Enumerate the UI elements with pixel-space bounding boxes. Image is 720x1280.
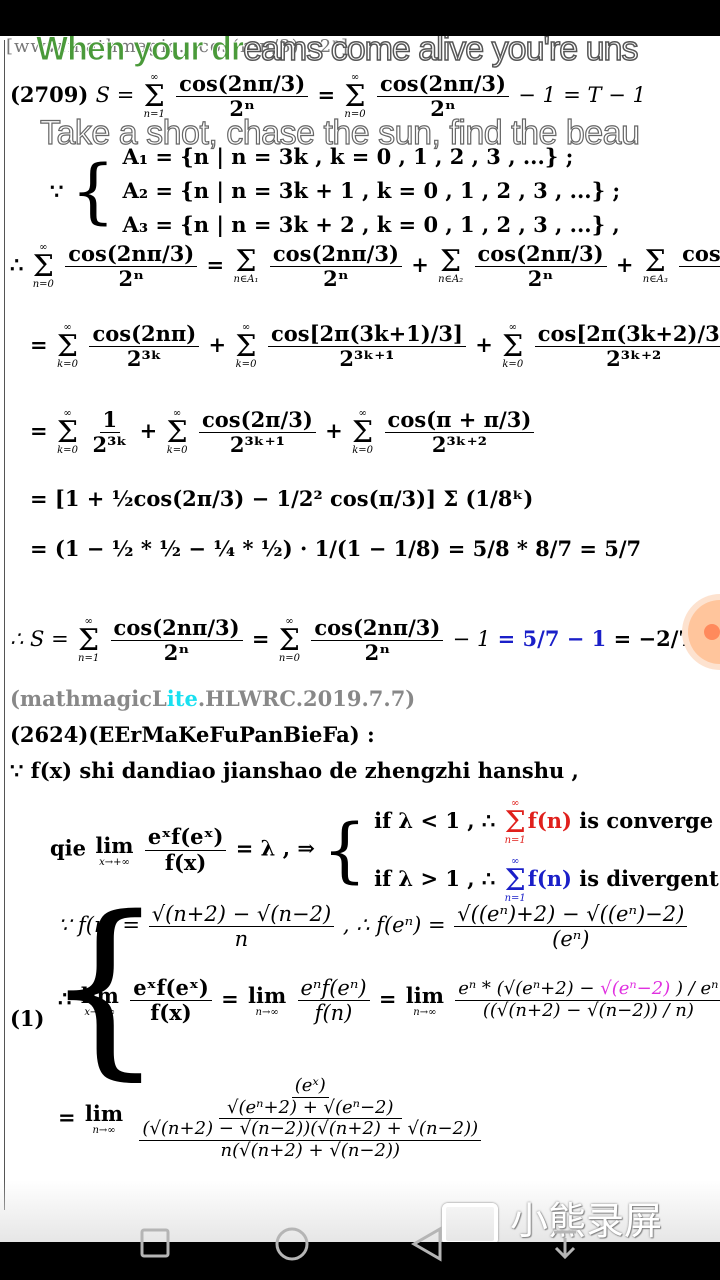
lyric-caption-line-1: When your dreams come alive you're uns (35, 36, 639, 69)
left-brace: { (322, 809, 367, 891)
eq-rhs: = T − 1 (563, 83, 646, 108)
fn-lhs: ∵ f(n) = (58, 913, 140, 938)
lim-symbol: lim x→+∞ (95, 832, 134, 868)
eq-k-sum-2: = ∞ Σk=0 1 2³ᵏ + ∞ Σk=0 cos(2π/3) 2³ᵏ⁺¹ + ∞ Σ… (30, 407, 536, 458)
fraction: cos(2nπ/3)2ⁿ (269, 241, 402, 291)
circle-icon[interactable] (274, 1226, 310, 1262)
sum-symbol: ∞ Σn=1 (504, 798, 526, 846)
sum-symbol: ∞ Σk=0 (56, 322, 79, 371)
problem-label: (2709) (10, 82, 89, 108)
sum-symbol: Σn∈A₂ (438, 244, 464, 286)
lim-symbol: lim n→∞ (84, 1101, 124, 1137)
sum-symbol: ∞ Σk=0 (235, 322, 257, 371)
qie-text: qie (50, 835, 87, 861)
minus-one: − 1 (452, 627, 491, 652)
document-page[interactable]: [www.mathmagic...cos(n·π/3)...2ⁿ] (2709)… (0, 36, 720, 1242)
fraction: (√(n+2) − √(n−2))(√(n+2) + √(n−2)) n(√(n+… (139, 1119, 482, 1161)
sum-symbol: ∞ Σk=0 (502, 322, 524, 371)
triangle-icon[interactable] (410, 1226, 444, 1262)
arrow-down-icon[interactable] (550, 1228, 580, 1262)
fraction: cos(π + π/3) 2³ᵏ⁺² (384, 407, 535, 457)
therefore-symbol: ∴ (58, 986, 72, 1012)
f-en-lhs: , ∴ f(eⁿ) = (342, 913, 446, 938)
lim-symbol: lim n→∞ (405, 983, 444, 1019)
lyric-caption-line-2: Take a shot, chase the sun, find the bea… (39, 113, 640, 152)
credit-highlight: ite (166, 686, 198, 711)
set-a2: A₂ = {n | n = 3k + 1 , k = 0 , 1 , 2 , 3… (122, 178, 621, 203)
fraction: eⁿf(eⁿ) f(n) (297, 976, 370, 1025)
fraction: cos(2nπ/3)2ⁿ (110, 615, 243, 665)
eq-evaluated: = (1 − ½ * ½ − ¼ * ½) · 1/(1 − 1/8) = 5/… (30, 536, 642, 561)
sum-symbol: ∞ Σn=0 (278, 616, 301, 665)
eq-split-sum: ∴ ∞ Σn=0 cos(2nπ/3) 2ⁿ = Σn∈A₁ cos(2nπ/3) 2… (10, 241, 720, 291)
fraction: 1 2³ᵏ (92, 407, 128, 458)
equals-lambda: = λ , ⇒ (235, 835, 315, 861)
fraction: cos[2π(3k+2)/3] 2³ᵏ⁺² (534, 321, 720, 371)
fraction: cos[2π(3k+1)/3] 2³ᵏ⁺¹ (267, 321, 466, 371)
therefore-symbol: ∴ (10, 252, 24, 278)
square-icon[interactable] (140, 1228, 172, 1260)
fraction: cos(2nπ/3)2ⁿ (65, 241, 198, 291)
credit-suffix: .HLWRC.2019.7.7) (197, 686, 416, 711)
final-limit-line: = lim n→∞ (eˣ) √(eⁿ+2) + √(eⁿ−2) (√(n+2) −… (58, 1075, 488, 1162)
floating-button-dot-icon (704, 624, 720, 640)
sum-symbol: ∞ Σk=0 (352, 408, 374, 457)
part-1-label: (1) (10, 1006, 45, 1031)
premise-line: ∵ f(x) shi dandiao jianshao de zhengzhi … (10, 758, 579, 783)
left-brace: { (70, 150, 116, 232)
sum-symbol: ∞ Σn=1 (504, 856, 526, 904)
problem-2624-title: (2624)(EErMaKeFuPanBieFa) : (10, 722, 375, 747)
case-converge: if λ < 1 , ∴ ∞ Σn=1 f(n) is converge ; (374, 798, 720, 846)
set-definitions: ∵ { A₁ = {n | n = 3k , k = 0 , 1 , 2 , 3… (50, 140, 620, 242)
fraction: eˣf(eˣ) f(x) (144, 825, 227, 874)
credit-line: (mathmagicLite.HLWRC.2019.7.7) (10, 686, 415, 711)
sum-symbol: ∞ Σn=0 (32, 242, 54, 291)
fraction: cos(2π/3) 2³ᵏ⁺¹ (199, 407, 316, 457)
fraction: cos(2nπ) 2³ᵏ (89, 321, 200, 371)
final-lhs: ∴ S = (10, 627, 69, 652)
navigation-bar (0, 1242, 720, 1280)
sum-symbol: ∞ Σn=1 (78, 616, 100, 665)
fraction: cos(2nπ/3)2ⁿ (311, 615, 444, 665)
magenta-term: √(eⁿ−2) (600, 978, 671, 1000)
minus-one: − 1 (518, 83, 556, 108)
left-border (4, 40, 5, 1210)
sum-symbol: ∞ Σk=0 (56, 408, 79, 457)
status-bar (0, 0, 720, 36)
fraction: √(n+2) − √(n−2) n (148, 902, 335, 951)
lim-symbol: lim x→+∞ (80, 983, 119, 1019)
fn-definition: ∵ f(n) = √(n+2) − √(n−2) n , ∴ f(eⁿ) = √(… (58, 902, 689, 951)
fraction: √((eⁿ)+2) − √((eⁿ)−2) (eⁿ) (454, 902, 688, 951)
final-result: = −2/7 (613, 626, 693, 652)
eq-final-s: ∴ S = ∞ Σn=1 cos(2nπ/3) 2ⁿ = ∞ Σn=0 cos(2nπ… (10, 615, 693, 666)
sum-symbol: ∞ Σk=0 (166, 408, 188, 457)
credit-prefix: (mathmagicL (10, 686, 167, 711)
fraction: cos(2nπ/3)2ⁿ (474, 241, 607, 291)
fraction: (eˣ) √(eⁿ+2) + √(eⁿ−2) (227, 1075, 394, 1118)
limit-line: ∴ lim x→+∞ eˣf(eˣ) f(x) = lim n→∞ eⁿf(eⁿ) f(… (58, 975, 720, 1025)
fraction: eˣf(eˣ) f(x) (130, 975, 212, 1025)
case-diverge: if λ > 1 , ∴ ∞ Σn=1 f(n) is divergent , (374, 856, 720, 904)
eq-lhs: S = (95, 83, 135, 108)
because-symbol: ∵ (50, 178, 64, 204)
fraction: (eˣ) √(eⁿ+2) + √(eⁿ−2) (√(n+2) − √(n−2))(… (134, 1075, 486, 1162)
sum-symbol: Σn∈A₁ (233, 244, 259, 286)
fraction: eⁿ * (√(eⁿ+2) − √(eⁿ−2) ) / eⁿ ((√(n+2) … (455, 979, 720, 1021)
lim-symbol: lim n→∞ (248, 983, 287, 1019)
fraction: cos(2nπ/3)2ⁿ (679, 241, 720, 291)
video-camera-icon (442, 1202, 498, 1245)
sum-symbol: Σn∈A₃ (642, 244, 668, 286)
blue-step: = 5/7 − 1 (497, 626, 607, 652)
set-a3: A₃ = {n | n = 3k + 2 , k = 0 , 1 , 2 , 3… (122, 212, 620, 237)
eq-k-sum-1: = ∞ Σk=0 cos(2nπ) 2³ᵏ + ∞ Σk=0 cos[2π(3k+1)… (30, 321, 720, 371)
eq-factored: = [1 + ½cos(2π/3) − 1/2² cos(π/3)] Σ (1/… (30, 486, 534, 511)
